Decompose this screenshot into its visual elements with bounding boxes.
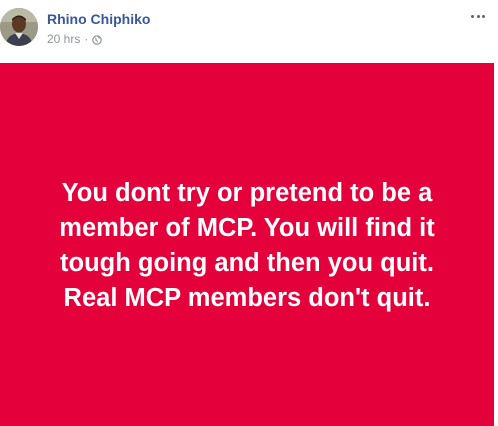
- author-name-link[interactable]: Rhino Chiphiko: [47, 11, 150, 27]
- post-meta: 20 hrs ·: [47, 32, 103, 46]
- post-timestamp[interactable]: 20 hrs: [47, 32, 80, 46]
- more-dot: [471, 14, 474, 18]
- more-options-icon[interactable]: [468, 8, 488, 24]
- more-dot: [476, 14, 480, 18]
- post-header: Rhino Chiphiko 20 hrs ·: [0, 0, 498, 62]
- feed-post: Rhino Chiphiko 20 hrs · You dont try or …: [0, 0, 498, 426]
- post-message: You dont try or pretend to be a member o…: [59, 178, 435, 312]
- avatar-photo: [0, 8, 38, 46]
- meta-separator: ·: [84, 32, 89, 46]
- globe-icon[interactable]: [92, 34, 103, 45]
- text-post-background: You dont try or pretend to be a member o…: [0, 63, 494, 426]
- more-dot: [482, 14, 485, 18]
- author-avatar[interactable]: [0, 8, 38, 46]
